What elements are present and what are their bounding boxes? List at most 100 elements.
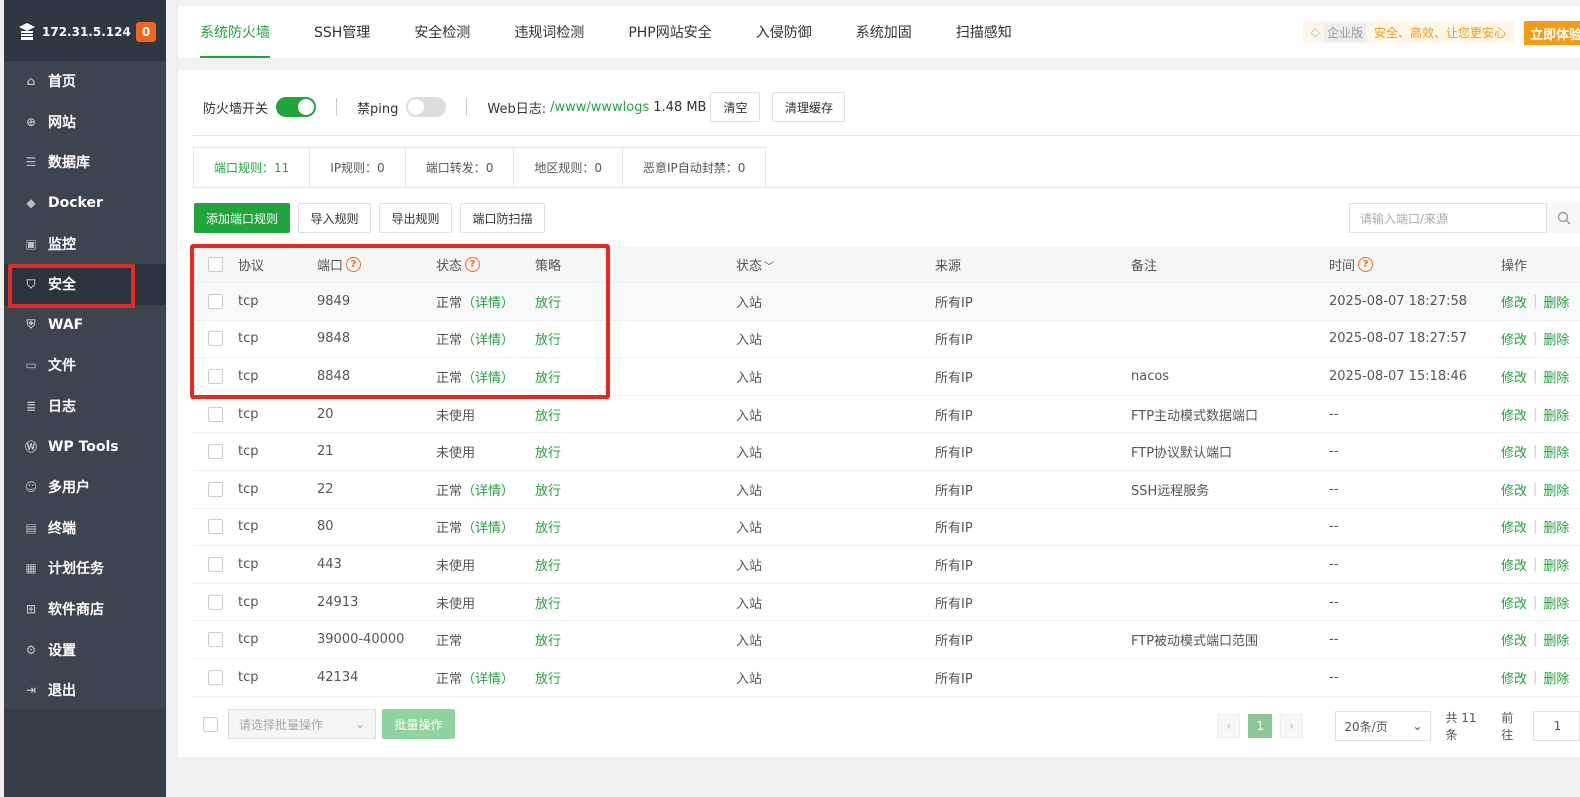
top-tab-6[interactable]: 入侵防御: [734, 6, 834, 58]
rule-tab-4[interactable]: 地区规则：0: [514, 148, 623, 187]
edit-link[interactable]: 修改: [1501, 292, 1527, 311]
rule-tab-3[interactable]: 端口转发：0: [405, 148, 515, 187]
delete-link[interactable]: 删除: [1543, 480, 1569, 499]
rule-tab-1[interactable]: 端口规则：11: [194, 148, 311, 187]
sidebar-item-label: 首页: [48, 74, 76, 91]
delete-link[interactable]: 删除: [1543, 367, 1569, 386]
cell-policy[interactable]: 放行: [535, 480, 736, 499]
page-number-current[interactable]: 1: [1248, 714, 1272, 738]
row-checkbox[interactable]: [208, 669, 223, 685]
edit-link[interactable]: 修改: [1501, 480, 1527, 499]
cell-policy[interactable]: 放行: [535, 668, 736, 687]
sidebar-item-12[interactable]: ▤ 终端: [4, 508, 166, 549]
add-port-rule-button[interactable]: 添加端口规则: [194, 203, 290, 233]
delete-link[interactable]: 删除: [1543, 442, 1569, 461]
table-row: tcp 21 未使用 放行 入站 所有IP FTP协议默认端口 -- 修改 | 删除: [193, 433, 1580, 471]
cell-policy[interactable]: 放行: [535, 593, 736, 612]
header-operation: 操作: [1501, 258, 1528, 274]
edit-link[interactable]: 修改: [1501, 517, 1527, 536]
cell-policy[interactable]: 放行: [535, 442, 736, 461]
sidebar-item-5[interactable]: ▣ 监控: [4, 223, 166, 264]
row-checkbox[interactable]: [208, 481, 223, 497]
cell-note: FTP主动模式数据端口: [1131, 408, 1259, 424]
batch-operation-select[interactable]: 请选择批量操作 ⌄: [228, 709, 376, 739]
rule-tab-2[interactable]: IP规则：0: [310, 148, 406, 187]
top-tab-4[interactable]: 违规词检测: [492, 6, 606, 58]
detail-link[interactable]: （详情）: [462, 480, 514, 499]
top-tab-8[interactable]: 扫描感知: [934, 6, 1034, 58]
detail-link[interactable]: （详情）: [462, 517, 514, 536]
row-checkbox[interactable]: [208, 632, 223, 648]
header-direction[interactable]: 状态 ﹀: [736, 255, 935, 274]
edit-link[interactable]: 修改: [1501, 668, 1527, 687]
delete-link[interactable]: 删除: [1543, 630, 1569, 649]
top-tab-1[interactable]: 系统防火墙: [178, 6, 292, 58]
edit-link[interactable]: 修改: [1501, 367, 1527, 386]
delete-link[interactable]: 删除: [1543, 329, 1569, 348]
rule-tabs-underline: [193, 187, 1580, 188]
sidebar-item-15[interactable]: ⚙ 设置: [4, 629, 166, 670]
edit-link[interactable]: 修改: [1501, 442, 1527, 461]
sidebar-item-2[interactable]: ⊕ 网站: [4, 102, 166, 143]
import-rules-button[interactable]: 导入规则: [298, 203, 371, 233]
delete-link[interactable]: 删除: [1543, 292, 1569, 311]
next-page-button[interactable]: ›: [1279, 714, 1304, 738]
enterprise-promo[interactable]: ◇ 企业版 安全、高效、让您更安心: [1302, 21, 1514, 43]
detail-link[interactable]: （详情）: [462, 668, 514, 687]
top-tab-5[interactable]: PHP网站安全: [606, 6, 733, 58]
cell-policy[interactable]: 放行: [535, 630, 736, 649]
export-rules-button[interactable]: 导出规则: [379, 203, 452, 233]
weblog-path-link[interactable]: /www/wwwlogs: [550, 100, 649, 115]
top-tab-2[interactable]: SSH管理: [292, 6, 392, 58]
firewall-switch[interactable]: [276, 97, 317, 117]
delete-link[interactable]: 删除: [1543, 405, 1569, 424]
cell-time: 2025-08-07 15:18:46: [1329, 368, 1468, 384]
sidebar-item-3[interactable]: ☰ 数据库: [4, 142, 166, 183]
cell-policy[interactable]: 放行: [535, 405, 736, 424]
row-checkbox[interactable]: [208, 406, 223, 422]
edit-link[interactable]: 修改: [1501, 593, 1527, 612]
rule-tab-5[interactable]: 恶意IP自动封禁：0: [622, 148, 766, 187]
delete-link[interactable]: 删除: [1543, 668, 1569, 687]
row-checkbox[interactable]: [208, 556, 223, 572]
top-tab-3[interactable]: 安全检测: [392, 6, 492, 58]
row-checkbox[interactable]: [208, 444, 223, 460]
page-size-select[interactable]: 20条/页 ⌄: [1335, 711, 1432, 741]
row-checkbox[interactable]: [208, 594, 223, 610]
row-checkbox[interactable]: [208, 519, 223, 535]
port-anti-scan-button[interactable]: 端口防扫描: [460, 203, 545, 233]
edit-link[interactable]: 修改: [1501, 405, 1527, 424]
edit-link[interactable]: 修改: [1501, 555, 1527, 574]
edit-link[interactable]: 修改: [1501, 329, 1527, 348]
clear-cache-button[interactable]: 清理缓存: [772, 92, 846, 122]
sidebar-item-14[interactable]: ⊞ 软件商店: [4, 589, 166, 630]
sidebar-item-7[interactable]: ⛨ WAF: [4, 305, 166, 346]
help-icon[interactable]: ?: [1358, 256, 1374, 272]
sidebar-item-1[interactable]: ⌂ 首页: [4, 61, 166, 102]
goto-page-input[interactable]: 1: [1532, 711, 1580, 741]
search-icon[interactable]: [1546, 203, 1580, 233]
delete-link[interactable]: 删除: [1543, 593, 1569, 612]
cell-policy[interactable]: 放行: [535, 555, 736, 574]
batch-operation-button[interactable]: 批量操作: [382, 709, 455, 739]
sidebar-item-4[interactable]: ◆ Docker: [4, 183, 166, 224]
delete-link[interactable]: 删除: [1543, 555, 1569, 574]
sidebar-item-10[interactable]: Ⓦ WP Tools: [4, 426, 166, 467]
clear-log-button[interactable]: 清空: [710, 92, 761, 122]
ping-switch[interactable]: [406, 97, 447, 117]
try-now-button[interactable]: 立即体验: [1524, 21, 1580, 45]
cell-policy[interactable]: 放行: [535, 517, 736, 536]
delete-link[interactable]: 删除: [1543, 517, 1569, 536]
sidebar-item-16[interactable]: ⇥ 退出: [4, 670, 166, 711]
notification-badge[interactable]: 0: [136, 22, 156, 42]
sidebar-item-8[interactable]: ▭ 文件: [4, 345, 166, 386]
batch-select-checkbox[interactable]: [203, 716, 218, 732]
sidebar-item-13[interactable]: ▦ 计划任务: [4, 548, 166, 589]
cell-direction: 入站: [736, 446, 763, 462]
op-separator: |: [1533, 368, 1538, 384]
prev-page-button[interactable]: ‹: [1217, 714, 1241, 738]
top-tab-7[interactable]: 系统加固: [834, 6, 934, 58]
sidebar-item-11[interactable]: ☺ 多用户: [4, 467, 166, 508]
sidebar-item-9[interactable]: ≣ 日志: [4, 386, 166, 427]
edit-link[interactable]: 修改: [1501, 630, 1527, 649]
